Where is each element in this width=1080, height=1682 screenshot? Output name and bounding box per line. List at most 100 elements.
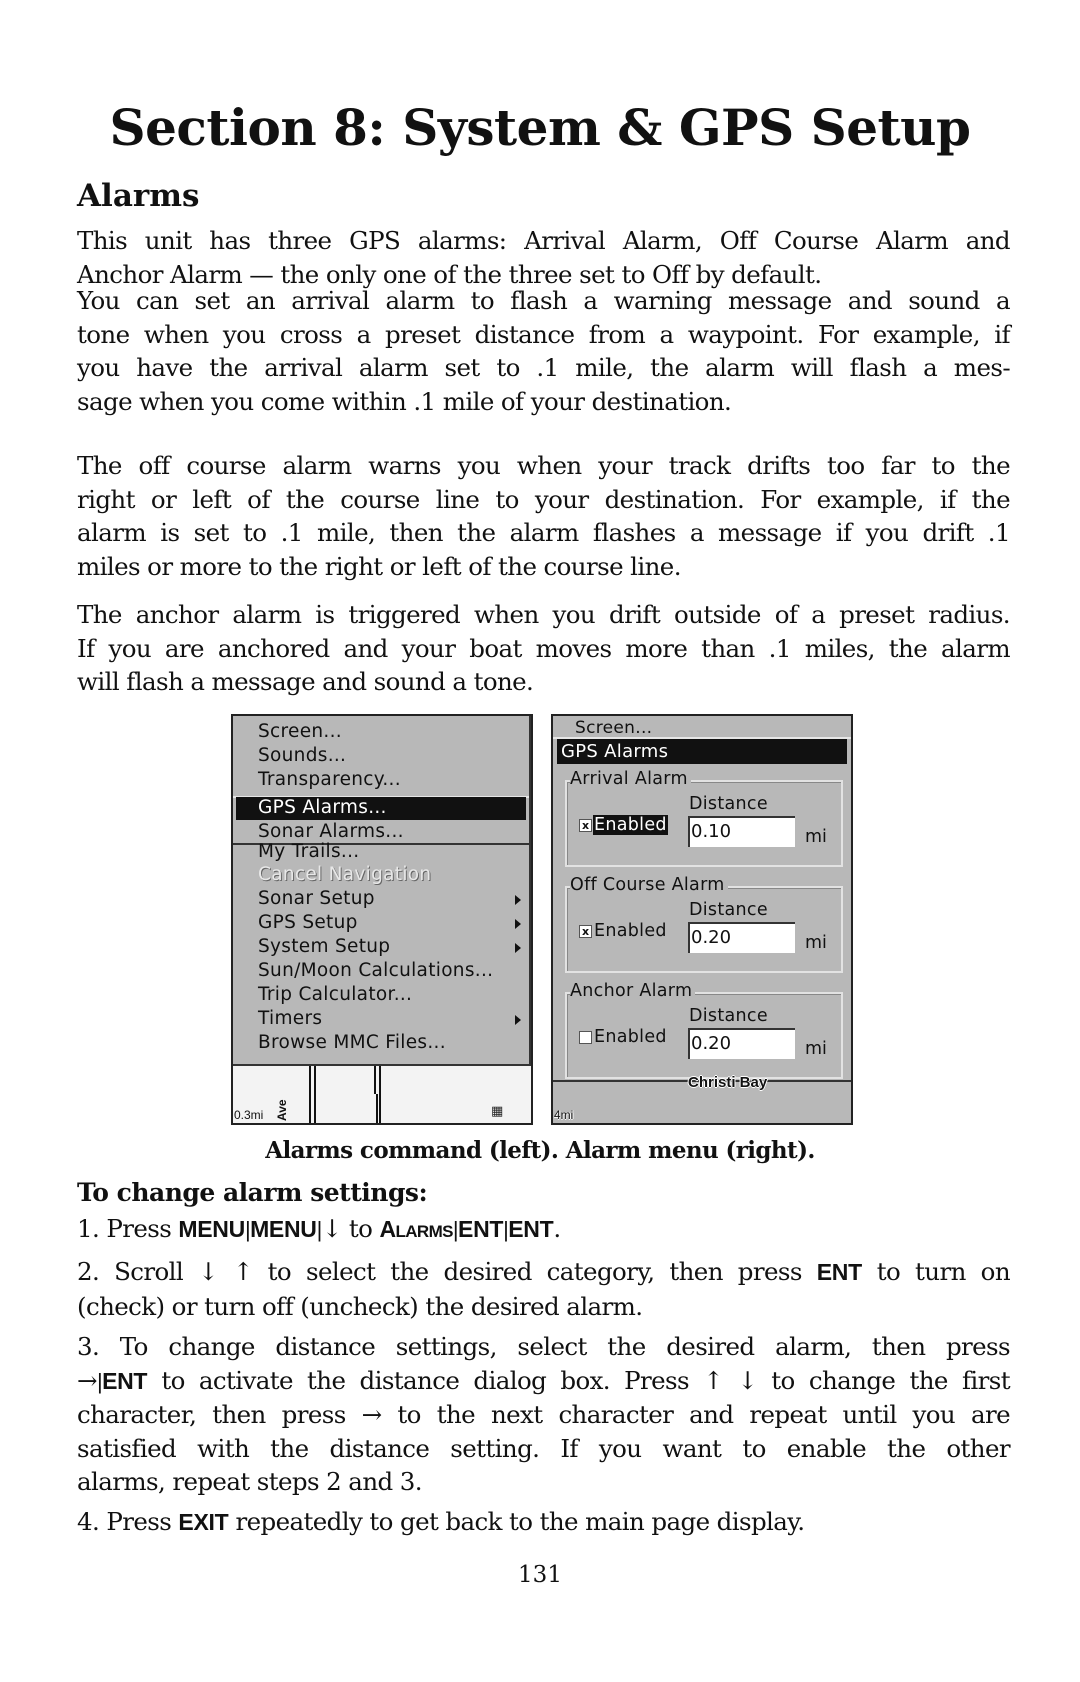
off-course-enabled-checkbox[interactable]: x — [579, 925, 592, 938]
step-text: to — [341, 1214, 380, 1243]
map-scale-label: 4mi — [554, 1108, 574, 1122]
text-line: →|ENT to activate the distance dialog bo… — [77, 1364, 1011, 1399]
text-line: 3. To change distance settings, select t… — [77, 1332, 1011, 1361]
off-course-distance-input[interactable]: 0.20 — [688, 922, 795, 953]
text-line: character, then press → to the next char… — [77, 1400, 1011, 1429]
submenu-arrow-icon — [515, 919, 521, 929]
distance-unit: mi — [805, 933, 827, 953]
menu-item-system-setup[interactable]: System Setup — [258, 935, 390, 959]
step-3: 3. To change distance settings, select t… — [77, 1330, 1011, 1499]
screenshot-alarm-menu: Screen... GPS Alarms Arrival Alarm Dista… — [551, 714, 853, 1125]
menu-item-cancel-navigation: Cancel Navigation — [258, 864, 432, 885]
menu-item-sounds[interactable]: Sounds... — [258, 744, 346, 768]
menu-item-sonar-setup[interactable]: Sonar Setup — [258, 887, 375, 911]
section-heading-alarms: Alarms — [77, 178, 200, 214]
menu-item-screen: Screen... — [575, 718, 653, 738]
screenshot-alarms-command: Screen... Sounds... Transparency... GPS … — [231, 714, 533, 1125]
distance-label: Distance — [689, 1006, 768, 1026]
anchor-enabled-label[interactable]: Enabled — [593, 1027, 668, 1047]
map-road — [309, 1066, 311, 1123]
map-scale-label: 0.3mi — [234, 1108, 264, 1122]
text-line: If you are anchored and your boat moves … — [77, 633, 1011, 663]
paragraph-intro: This unit has three GPS alarms: Arrival … — [77, 224, 1011, 291]
menu-item-gps-alarms[interactable]: GPS Alarms... — [236, 797, 526, 820]
key-alarms: ALARMS — [379, 1216, 453, 1242]
key-menu: MENU — [178, 1216, 245, 1242]
submenu-arrow-icon — [515, 1015, 521, 1025]
map-road — [314, 1066, 316, 1123]
menu-item-sun-moon-calculations[interactable]: Sun/Moon Calculations... — [258, 959, 493, 983]
distance-label: Distance — [689, 900, 768, 920]
distance-unit: mi — [805, 1039, 827, 1059]
distance-unit: mi — [805, 827, 827, 847]
text-line: 1. Press MENU|MENU|↓ to ALARMS|ENT|ENT. — [77, 1212, 1010, 1249]
step-text: repeatedly to get back to the main page … — [228, 1507, 806, 1536]
text-line: satisfied with the distance setting. If … — [77, 1433, 1011, 1463]
step-2: 2. Scroll ↓ ↑ to select the desired cate… — [77, 1255, 1011, 1323]
building-icon: ▦ — [491, 1104, 504, 1119]
submenu-arrow-icon — [515, 943, 521, 953]
page-title: Section 8: System & GPS Setup — [109, 98, 971, 157]
text-line: 2. Scroll ↓ ↑ to select the desired cate… — [77, 1255, 1011, 1290]
step-text: to activate the distance dialog box. Pre… — [147, 1365, 1010, 1395]
map-road — [379, 1066, 381, 1123]
main-menu: Screen... Sounds... Transparency... GPS … — [233, 716, 531, 1066]
map-road — [374, 1066, 376, 1094]
figure-caption: Alarms command (left). Alarm menu (right… — [265, 1137, 815, 1164]
text-line: This unit has three GPS alarms: Arrival … — [77, 226, 1011, 255]
anchor-enabled-checkbox[interactable] — [579, 1031, 592, 1044]
key-text: A — [379, 1216, 396, 1242]
dialog-title: GPS Alarms — [557, 739, 847, 764]
arrival-alarm-group: Arrival Alarm Distance x Enabled 0.10 mi — [565, 769, 843, 867]
off-course-enabled-label[interactable]: Enabled — [593, 921, 668, 941]
menu-item-transparency[interactable]: Transparency... — [258, 768, 401, 792]
key-ent: ENT — [102, 1367, 148, 1394]
text-line: alarms, repeat steps 2 and 3. — [77, 1467, 423, 1496]
key-exit: EXIT — [178, 1509, 229, 1535]
group-label: Off Course Alarm — [570, 875, 728, 895]
step-text: 2. Scroll ↓ ↑ to select the desired cate… — [77, 1257, 817, 1286]
menu-item-gps-setup[interactable]: GPS Setup — [258, 911, 358, 935]
submenu-arrow-icon — [515, 895, 521, 905]
text-line: 4. Press EXIT repeatedly to get back to … — [77, 1505, 1010, 1540]
menu-item-trip-calculator[interactable]: Trip Calculator... — [258, 983, 412, 1007]
text-line: The anchor alarm is triggered when you d… — [77, 600, 1011, 629]
text-line: miles or more to the right or left of th… — [77, 551, 682, 581]
menu-item-my-trails[interactable]: My Trails... — [258, 840, 359, 864]
text-line: sage when you come within .1 mile of you… — [77, 386, 732, 416]
text-line: alarm is set to .1 mile, then the alarm … — [77, 518, 1011, 547]
menu-item-browse-mmc-files[interactable]: Browse MMC Files... — [258, 1031, 446, 1055]
step-text: to turn on — [861, 1257, 1011, 1286]
menu-item-timers[interactable]: Timers — [258, 1007, 322, 1031]
paragraph-arrival-alarm: You can set an arrival alarm to flash a … — [77, 284, 1011, 418]
arrival-enabled-label[interactable]: Enabled — [593, 815, 668, 835]
arrow-down-icon: ↓ — [321, 1214, 343, 1243]
group-label: Arrival Alarm — [570, 769, 691, 789]
distance-label: Distance — [689, 794, 768, 814]
paragraph-off-course-alarm: The off course alarm warns you when your… — [77, 449, 1011, 583]
arrival-distance-input[interactable]: 0.10 — [688, 816, 795, 847]
anchor-alarm-group: Anchor Alarm Distance Enabled 0.20 mi — [565, 981, 843, 1079]
group-label: Anchor Alarm — [570, 981, 696, 1001]
menu-item-label: GPS Alarms... — [258, 797, 387, 818]
step-text: 1. Press — [77, 1214, 179, 1243]
menu-item-screen[interactable]: Screen... — [258, 720, 342, 744]
text-line: you have the arrival alarm set to .1 mil… — [77, 353, 1011, 382]
anchor-distance-input[interactable]: 0.20 — [688, 1028, 795, 1059]
arrow-right-icon: → — [77, 1365, 98, 1395]
off-course-alarm-group: Off Course Alarm Distance x Enabled 0.20… — [565, 875, 843, 973]
key-text: LARMS — [395, 1222, 453, 1241]
page-number: 131 — [518, 1562, 562, 1588]
map-road — [376, 1094, 378, 1123]
map-place-label: Christi Bay — [688, 1074, 768, 1091]
key-ent: ENT — [508, 1216, 554, 1242]
map-view: 0.3mi Ave ▦ — [233, 1066, 531, 1123]
text-line: The off course alarm warns you when your… — [77, 451, 1011, 480]
arrival-enabled-checkbox[interactable]: x — [579, 819, 592, 832]
map-view: Christi Bay 4mi — [553, 1074, 851, 1123]
key-menu: MENU — [250, 1216, 317, 1242]
procedure-heading: To change alarm settings: — [77, 1178, 428, 1207]
text-line: right or left of the course line to your… — [77, 484, 1011, 514]
text-line: (check) or turn off (uncheck) the desire… — [77, 1291, 643, 1321]
paragraph-anchor-alarm: The anchor alarm is triggered when you d… — [77, 598, 1011, 699]
